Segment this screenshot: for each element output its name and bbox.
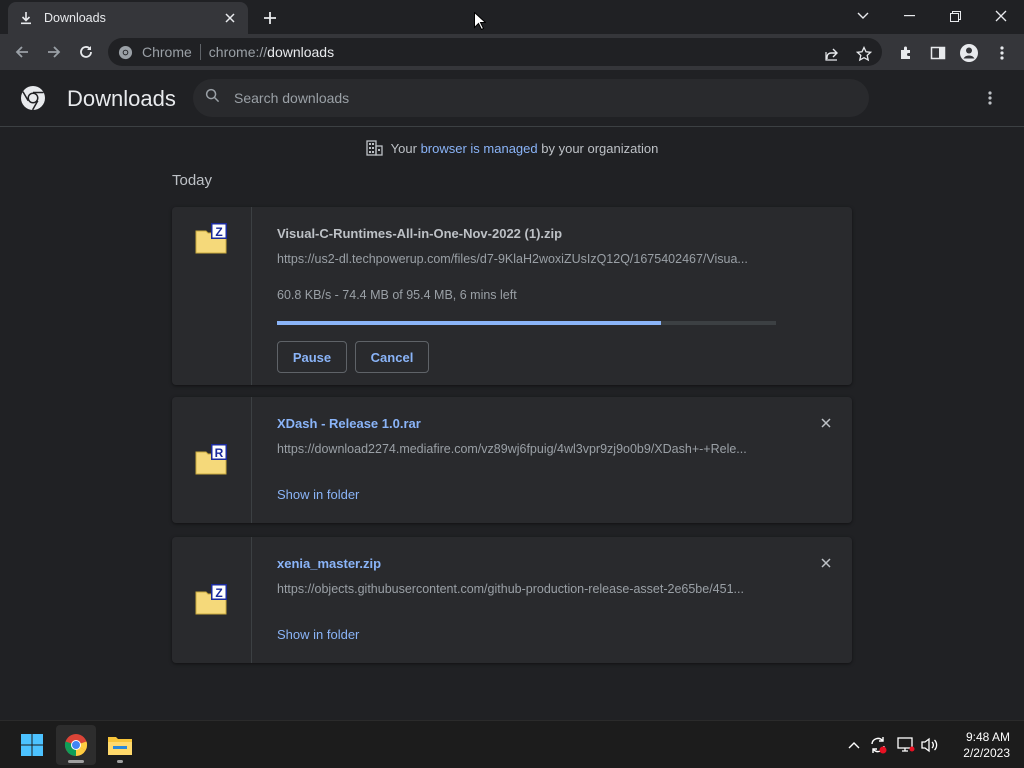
side-panel-icon[interactable]	[927, 42, 949, 64]
title-bar: Downloads	[0, 0, 1024, 34]
managed-link[interactable]: browser is managed	[421, 141, 538, 156]
minimize-button[interactable]	[886, 0, 932, 32]
download-filename-link[interactable]: xenia_master.zip	[277, 556, 381, 571]
forward-button[interactable]	[42, 40, 66, 64]
chrome-icon	[118, 44, 134, 60]
url-scheme: chrome://	[208, 44, 268, 60]
taskbar-chrome[interactable]	[56, 725, 96, 765]
sync-status-icon[interactable]	[868, 735, 888, 755]
back-button[interactable]	[10, 40, 34, 64]
remove-download-icon[interactable]	[816, 553, 836, 573]
file-icon-letter: Z	[215, 225, 222, 239]
download-url: https://us2-dl.techpowerup.com/files/d7-…	[277, 252, 748, 266]
clock-date: 2/2/2023	[963, 746, 1010, 760]
file-icon-column: Z	[172, 537, 252, 663]
start-button[interactable]	[12, 725, 52, 765]
managed-suffix: by your organization	[541, 140, 659, 156]
url-host: downloads	[267, 44, 335, 60]
restore-button[interactable]	[932, 0, 978, 32]
download-progress-fill	[277, 321, 662, 325]
bookmark-star-icon[interactable]	[854, 44, 874, 64]
download-url: https://objects.githubusercontent.com/gi…	[277, 582, 744, 596]
tab-title: Downloads	[44, 11, 106, 25]
zip-file-icon: Z	[195, 584, 229, 616]
section-title-today: Today	[172, 172, 213, 189]
site-name: Chrome	[142, 44, 192, 60]
chrome-logo-icon	[20, 85, 46, 111]
share-icon[interactable]	[822, 44, 842, 64]
extensions-icon[interactable]	[895, 42, 917, 64]
open-app-indicator	[117, 760, 123, 763]
search-icon	[205, 88, 220, 108]
managed-prefix: Your	[390, 140, 417, 156]
windows-logo-icon	[21, 734, 43, 756]
page-title: Downloads	[67, 86, 176, 111]
new-tab-button[interactable]	[260, 8, 280, 28]
download-filename-link[interactable]: XDash - Release 1.0.rar	[277, 416, 421, 431]
close-window-button[interactable]	[978, 0, 1024, 32]
taskbar-clock[interactable]: 9:48 AM 2/2/2023	[950, 729, 1010, 761]
show-in-folder-link[interactable]: Show in folder	[277, 487, 359, 502]
tab-downloads[interactable]: Downloads	[8, 2, 248, 34]
search-downloads-box[interactable]	[193, 79, 869, 117]
download-status: 60.8 KB/s - 74.4 MB of 95.4 MB, 6 mins l…	[277, 288, 517, 302]
more-actions-icon[interactable]	[980, 88, 1000, 108]
address-bar[interactable]: Chrome chrome://downloads	[108, 38, 882, 66]
network-icon[interactable]	[896, 735, 916, 755]
building-icon	[366, 140, 383, 156]
file-icon-column: Z	[172, 207, 252, 385]
tab-close-icon[interactable]	[222, 10, 238, 26]
cancel-button[interactable]: Cancel	[355, 341, 429, 373]
zip-file-icon: Z	[195, 223, 229, 255]
download-progress-bar	[277, 321, 776, 325]
download-item: Z Visual-C-Runtimes-All-in-One-Nov-2022 …	[172, 207, 852, 385]
download-item: Z xenia_master.zip https://objects.githu…	[172, 537, 852, 663]
profile-avatar-icon[interactable]	[958, 42, 980, 64]
pause-button[interactable]: Pause	[277, 341, 347, 373]
file-icon-column: R	[172, 397, 252, 523]
download-icon	[18, 10, 34, 26]
chrome-menu-icon[interactable]	[991, 42, 1013, 64]
omnibox-divider	[199, 44, 201, 60]
reload-button[interactable]	[74, 40, 98, 64]
volume-icon[interactable]	[920, 735, 940, 755]
show-hidden-icons-chevron-icon[interactable]	[844, 735, 864, 755]
download-filename: Visual-C-Runtimes-All-in-One-Nov-2022 (1…	[277, 226, 563, 241]
file-icon-letter: Z	[215, 586, 222, 600]
downloads-header: Downloads	[0, 70, 1024, 127]
managed-notice: Your browser is managed by your organiza…	[0, 140, 1024, 156]
active-app-indicator	[68, 760, 84, 763]
chrome-icon	[64, 734, 88, 756]
clock-time: 9:48 AM	[965, 730, 1010, 744]
browser-toolbar: Chrome chrome://downloads	[0, 34, 1024, 70]
taskbar-file-explorer[interactable]	[100, 725, 140, 765]
file-icon-letter: R	[215, 446, 224, 460]
mouse-cursor-icon	[474, 11, 487, 35]
remove-download-icon[interactable]	[816, 413, 836, 433]
search-input[interactable]	[234, 90, 834, 106]
download-url: https://download2274.mediafire.com/vz89w…	[277, 442, 747, 456]
tab-search-icon[interactable]	[840, 0, 886, 32]
rar-file-icon: R	[195, 444, 229, 476]
show-in-folder-link[interactable]: Show in folder	[277, 627, 359, 642]
taskbar: 9:48 AM 2/2/2023	[0, 720, 1024, 768]
folder-icon	[108, 737, 132, 755]
download-item: R XDash - Release 1.0.rar https://downlo…	[172, 397, 852, 523]
